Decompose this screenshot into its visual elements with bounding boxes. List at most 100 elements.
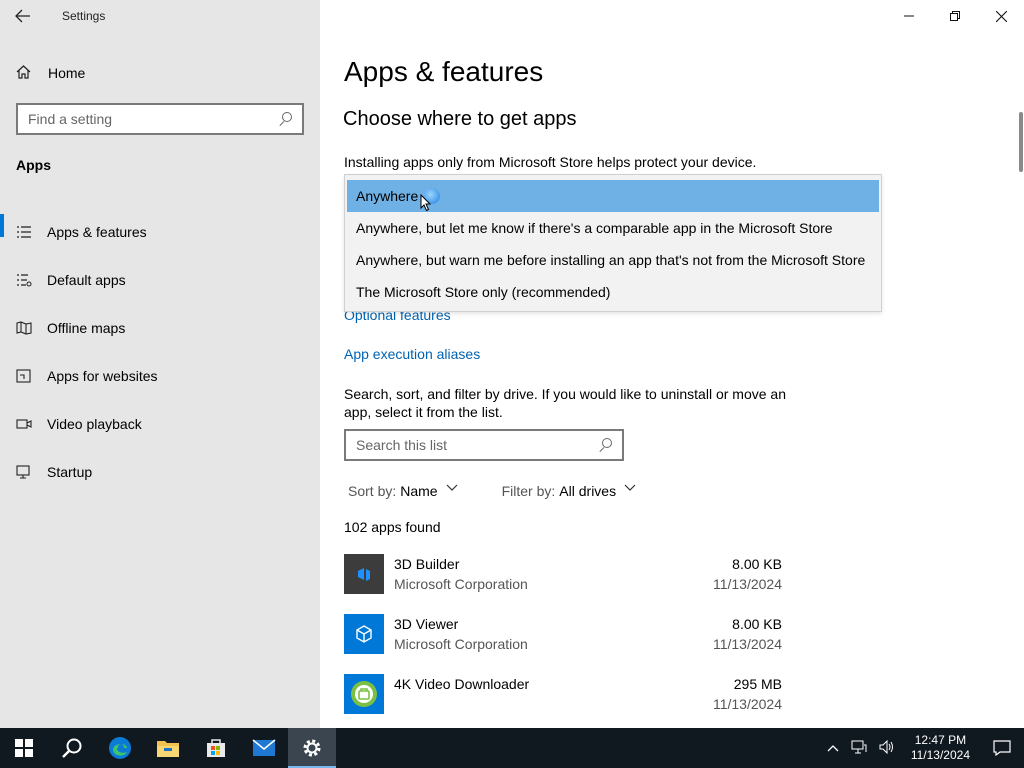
sidebar-item-video-playback[interactable]: Video playback bbox=[0, 400, 320, 448]
apps-count: 102 apps found bbox=[344, 519, 441, 535]
window-controls bbox=[886, 0, 1024, 32]
system-tray: 12:47 PM 11/13/2024 bbox=[821, 728, 1024, 768]
sort-filter-row: Sort by: Name Filter by: All drives bbox=[348, 483, 636, 499]
list-item[interactable]: 4K Video Downloader 295 MB 11/13/2024 bbox=[344, 674, 784, 734]
app-execution-aliases-link[interactable]: App execution aliases bbox=[344, 346, 480, 362]
sidebar-item-label: Apps & features bbox=[47, 224, 147, 240]
4k-video-downloader-icon bbox=[344, 674, 384, 714]
taskbar-edge[interactable] bbox=[96, 728, 144, 768]
sidebar-item-label: Video playback bbox=[47, 416, 142, 432]
sidebar-item-apps-features[interactable]: Apps & features bbox=[0, 208, 320, 256]
mail-icon bbox=[252, 739, 276, 756]
filter-value: All drives bbox=[559, 483, 617, 499]
page-title: Apps & features bbox=[344, 56, 544, 87]
folder-icon bbox=[157, 741, 179, 757]
sidebar-item-startup[interactable]: Startup bbox=[0, 448, 320, 496]
minimize-button[interactable] bbox=[886, 0, 932, 32]
sidebar-item-label: Apps for websites bbox=[47, 368, 158, 384]
clock-time: 12:47 PM bbox=[914, 733, 967, 747]
dropdown-option-warn[interactable]: Anywhere, but warn me before installing … bbox=[345, 244, 881, 276]
title-bar: Settings bbox=[0, 0, 320, 32]
app-list-search-input[interactable]: Search this list bbox=[344, 429, 624, 461]
website-icon bbox=[16, 368, 32, 384]
app-date: 11/13/2024 bbox=[712, 636, 782, 652]
sidebar-item-label: Default apps bbox=[47, 272, 126, 288]
sidebar-item-label: Offline maps bbox=[47, 320, 126, 336]
sidebar-item-default-apps[interactable]: Default apps bbox=[0, 256, 320, 304]
taskbar-settings[interactable] bbox=[288, 728, 336, 768]
sort-dropdown[interactable]: Sort by: Name bbox=[348, 483, 458, 499]
option-label: The Microsoft Store only (recommended) bbox=[356, 284, 611, 300]
sort-value: Name bbox=[400, 483, 438, 499]
option-label: Anywhere bbox=[356, 188, 419, 204]
3d-builder-icon bbox=[344, 554, 384, 594]
section-title: Apps bbox=[16, 157, 51, 173]
back-button[interactable] bbox=[0, 0, 46, 32]
edge-icon bbox=[109, 737, 131, 759]
settings-search-input[interactable]: Find a setting bbox=[16, 103, 304, 135]
gear-icon bbox=[303, 739, 321, 757]
back-arrow-icon bbox=[15, 9, 30, 23]
list-item[interactable]: 3D Viewer Microsoft Corporation 8.00 KB … bbox=[344, 614, 784, 674]
chevron-down-icon bbox=[624, 483, 636, 499]
app-name: 3D Viewer bbox=[394, 616, 459, 632]
main-content: Apps & features Choose where to get apps… bbox=[320, 0, 1024, 728]
dropdown-option-notify[interactable]: Anywhere, but let me know if there's a c… bbox=[345, 212, 881, 244]
windows-icon bbox=[15, 739, 33, 757]
taskbar-store[interactable] bbox=[192, 728, 240, 768]
sidebar-nav: Apps & features Default apps Offline map… bbox=[0, 208, 320, 496]
list-search-placeholder: Search this list bbox=[356, 437, 448, 453]
app-size: 295 MB bbox=[733, 676, 782, 692]
mouse-pointer-icon bbox=[420, 194, 432, 212]
app-list: 3D Builder Microsoft Corporation 8.00 KB… bbox=[344, 554, 784, 734]
filter-dropdown[interactable]: Filter by: All drives bbox=[502, 483, 636, 499]
app-publisher: Microsoft Corporation bbox=[394, 636, 528, 652]
list-item[interactable]: 3D Builder Microsoft Corporation 8.00 KB… bbox=[344, 554, 784, 614]
search-button[interactable] bbox=[48, 728, 96, 768]
close-button[interactable] bbox=[978, 0, 1024, 32]
volume-icon[interactable] bbox=[879, 739, 895, 757]
settings-search-placeholder: Find a setting bbox=[28, 111, 113, 127]
help-text: Search, sort, and filter by drive. If yo… bbox=[344, 386, 786, 420]
network-icon[interactable] bbox=[851, 740, 867, 757]
sidebar-home[interactable]: Home bbox=[16, 60, 85, 86]
sidebar-item-offline-maps[interactable]: Offline maps bbox=[0, 304, 320, 352]
app-name: 4K Video Downloader bbox=[394, 676, 530, 692]
clock[interactable]: 12:47 PM 11/13/2024 bbox=[911, 733, 970, 763]
video-icon bbox=[16, 416, 32, 432]
search-icon bbox=[278, 112, 292, 126]
restore-button[interactable] bbox=[932, 0, 978, 32]
app-date: 11/13/2024 bbox=[712, 576, 782, 592]
app-name: 3D Builder bbox=[394, 556, 460, 572]
default-apps-icon bbox=[16, 272, 32, 288]
dropdown-option-store-only[interactable]: The Microsoft Store only (recommended) bbox=[345, 276, 881, 308]
sidebar-item-label: Startup bbox=[47, 464, 93, 480]
option-label: Anywhere, but warn me before installing … bbox=[356, 252, 866, 268]
taskbar-file-explorer[interactable] bbox=[144, 728, 192, 768]
notification-icon bbox=[993, 740, 1011, 756]
start-button[interactable] bbox=[0, 728, 48, 768]
startup-icon bbox=[16, 464, 32, 480]
option-label: Anywhere, but let me know if there's a c… bbox=[356, 220, 833, 236]
section-description: Installing apps only from Microsoft Stor… bbox=[344, 154, 757, 170]
search-icon bbox=[598, 438, 612, 452]
section-heading: Choose where to get apps bbox=[343, 108, 577, 130]
clock-date: 11/13/2024 bbox=[910, 748, 970, 762]
action-center-button[interactable] bbox=[980, 728, 1024, 768]
filter-label: Filter by: bbox=[501, 483, 556, 499]
chevron-up-icon[interactable] bbox=[827, 741, 839, 755]
sort-label: Sort by: bbox=[348, 483, 397, 499]
minimize-icon bbox=[904, 15, 914, 17]
taskbar: 12:47 PM 11/13/2024 bbox=[0, 728, 1024, 768]
home-label: Home bbox=[48, 65, 86, 81]
window-title: Settings bbox=[62, 9, 106, 23]
restore-icon bbox=[950, 11, 960, 21]
taskbar-mail[interactable] bbox=[240, 728, 288, 768]
3d-viewer-icon bbox=[344, 614, 384, 654]
sidebar-item-apps-for-websites[interactable]: Apps for websites bbox=[0, 352, 320, 400]
sidebar: Settings Home Find a setting Apps Apps &… bbox=[0, 0, 320, 728]
app-size: 8.00 KB bbox=[732, 616, 782, 632]
scrollbar[interactable] bbox=[1019, 112, 1023, 172]
store-icon bbox=[207, 739, 225, 757]
app-publisher: Microsoft Corporation bbox=[394, 576, 528, 592]
